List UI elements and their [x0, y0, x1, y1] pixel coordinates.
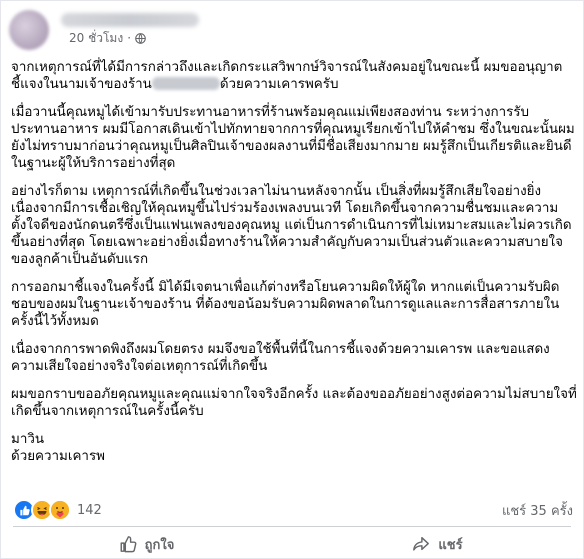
- post-paragraph-3: อย่างไรก็ตาม เหตุการณ์ที่เกิดขึ้นในช่วงเ…: [11, 184, 572, 267]
- reaction-summary[interactable]: 142: [13, 499, 102, 521]
- like-button[interactable]: ถูกใจ: [1, 529, 292, 559]
- care-reaction-icon: [49, 499, 71, 521]
- post-paragraph-5: เนื่องจากการพาดพิงถึงผมโดยตรง ผมจึงขอใช้…: [11, 342, 550, 374]
- reactions-row: 142 แชร์ 35 ครั้ง: [13, 499, 573, 521]
- meta-separator: ·: [127, 31, 132, 45]
- paragraph-1-text-end: ด้วยความเคารพครับ: [219, 77, 339, 92]
- post-paragraph-4: การออกมาชี้แจงในครั้งนี้ มิได้มีเจตนาเพื…: [11, 280, 560, 329]
- globe-icon: [135, 32, 146, 44]
- thumbs-up-icon: [120, 536, 137, 553]
- post-header: 20 ชั่วโมง ·: [9, 7, 199, 53]
- post-paragraph-2: เมื่อวานนี้คุณหมูได้เข้ามารับประทานอาหาร…: [11, 105, 575, 171]
- post-body: จากเหตุการณ์ที่ได้มีการกล่าวถึงและเกิดกร…: [11, 59, 577, 465]
- signoff-name: มาวิน: [11, 432, 45, 447]
- post-paragraph-1: จากเหตุการณ์ที่ได้มีการกล่าวถึงและเกิดกร…: [11, 59, 577, 93]
- signoff-closing: ด้วยความเคารพ: [11, 449, 105, 464]
- post-paragraph-6: ผมขอกราบขออภัยคุณหมูและคุณแม่จากใจจริงอี…: [11, 387, 577, 419]
- facebook-post-card: 20 ชั่วโมง · จากเหตุการณ์ที่ได้มีการกล่า…: [0, 0, 584, 559]
- avatar[interactable]: [9, 10, 49, 50]
- reaction-count: 142: [77, 502, 102, 518]
- share-arrow-icon: [413, 536, 430, 551]
- author-name-redacted[interactable]: [61, 12, 199, 27]
- share-label: แชร์: [438, 537, 463, 553]
- post-meta: 20 ชั่วโมง ·: [69, 29, 199, 48]
- share-button[interactable]: แชร์: [292, 529, 583, 559]
- store-name-redacted: [151, 77, 220, 90]
- post-timestamp[interactable]: 20 ชั่วโมง: [69, 29, 123, 48]
- action-bar: ถูกใจ แชร์: [1, 529, 583, 559]
- post-author-block: 20 ชั่วโมง ·: [59, 12, 199, 48]
- divider: [13, 526, 571, 527]
- share-count[interactable]: แชร์ 35 ครั้ง: [502, 500, 573, 521]
- like-label: ถูกใจ: [144, 537, 175, 553]
